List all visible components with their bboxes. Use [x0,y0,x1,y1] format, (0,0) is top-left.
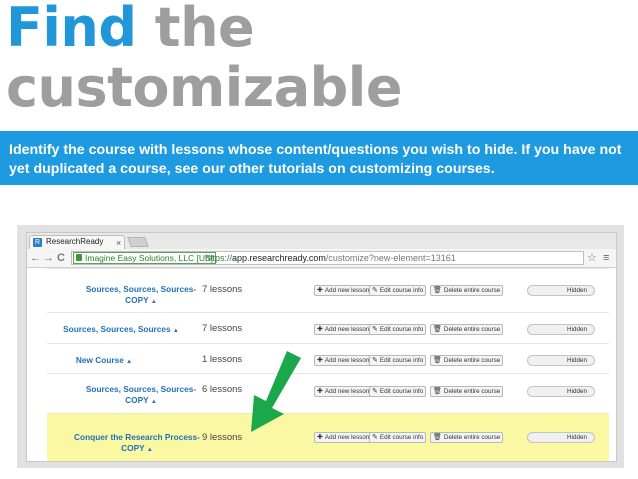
pointer-arrow-icon [251,351,301,432]
green-arrow-shape [251,351,301,432]
